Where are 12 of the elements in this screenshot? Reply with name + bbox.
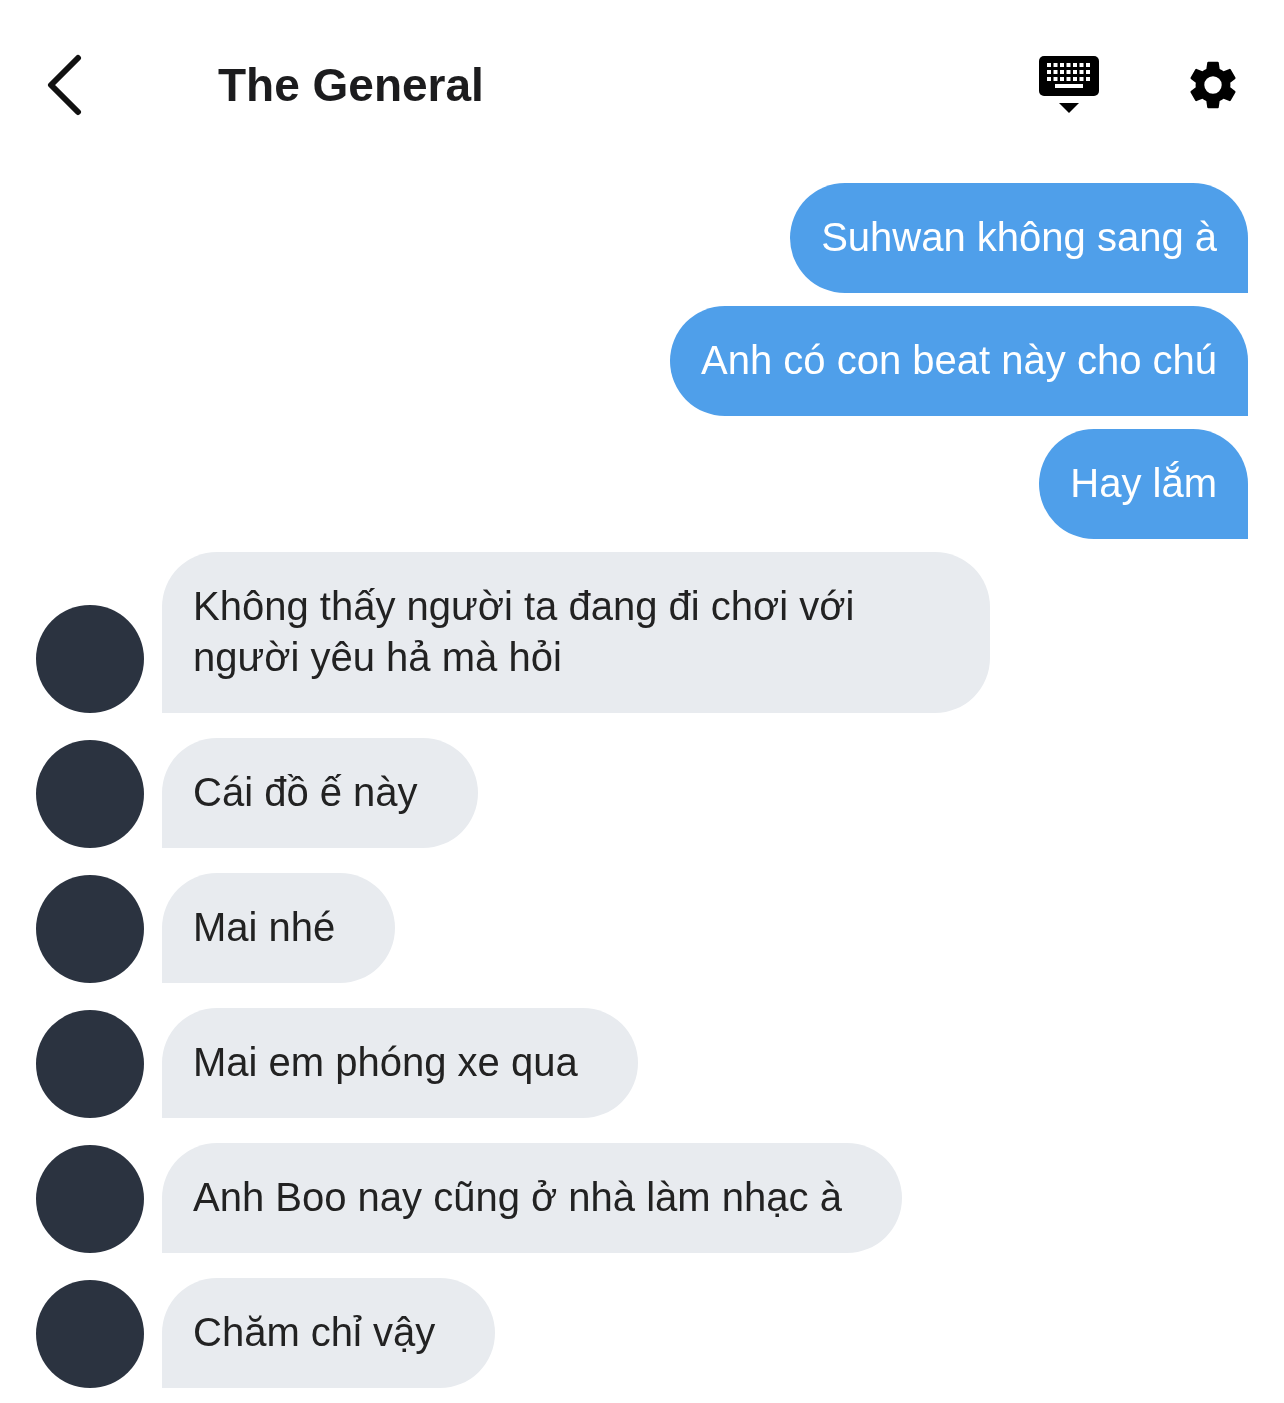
- received-message: Mai nhé: [162, 873, 396, 983]
- sent-message: Anh có con beat này cho chú: [670, 306, 1248, 416]
- keyboard-icon: [1038, 54, 1100, 116]
- received-message: Chăm chỉ vậy: [162, 1278, 496, 1388]
- sent-message: Suhwan không sang à: [790, 183, 1248, 293]
- received-message: Anh Boo nay cũng ở nhà làm nhạc à: [162, 1143, 902, 1253]
- keyboard-button[interactable]: [1038, 54, 1100, 116]
- chat-title: The General: [218, 58, 485, 112]
- received-message: Cái đồ ế này: [162, 738, 478, 848]
- received-message: Không thấy người ta đang đi chơi với người yêu hả mà hỏi: [162, 552, 990, 713]
- sent-message: Hay lắm: [1039, 429, 1248, 539]
- received-message: Mai em phóng xe qua: [162, 1008, 638, 1118]
